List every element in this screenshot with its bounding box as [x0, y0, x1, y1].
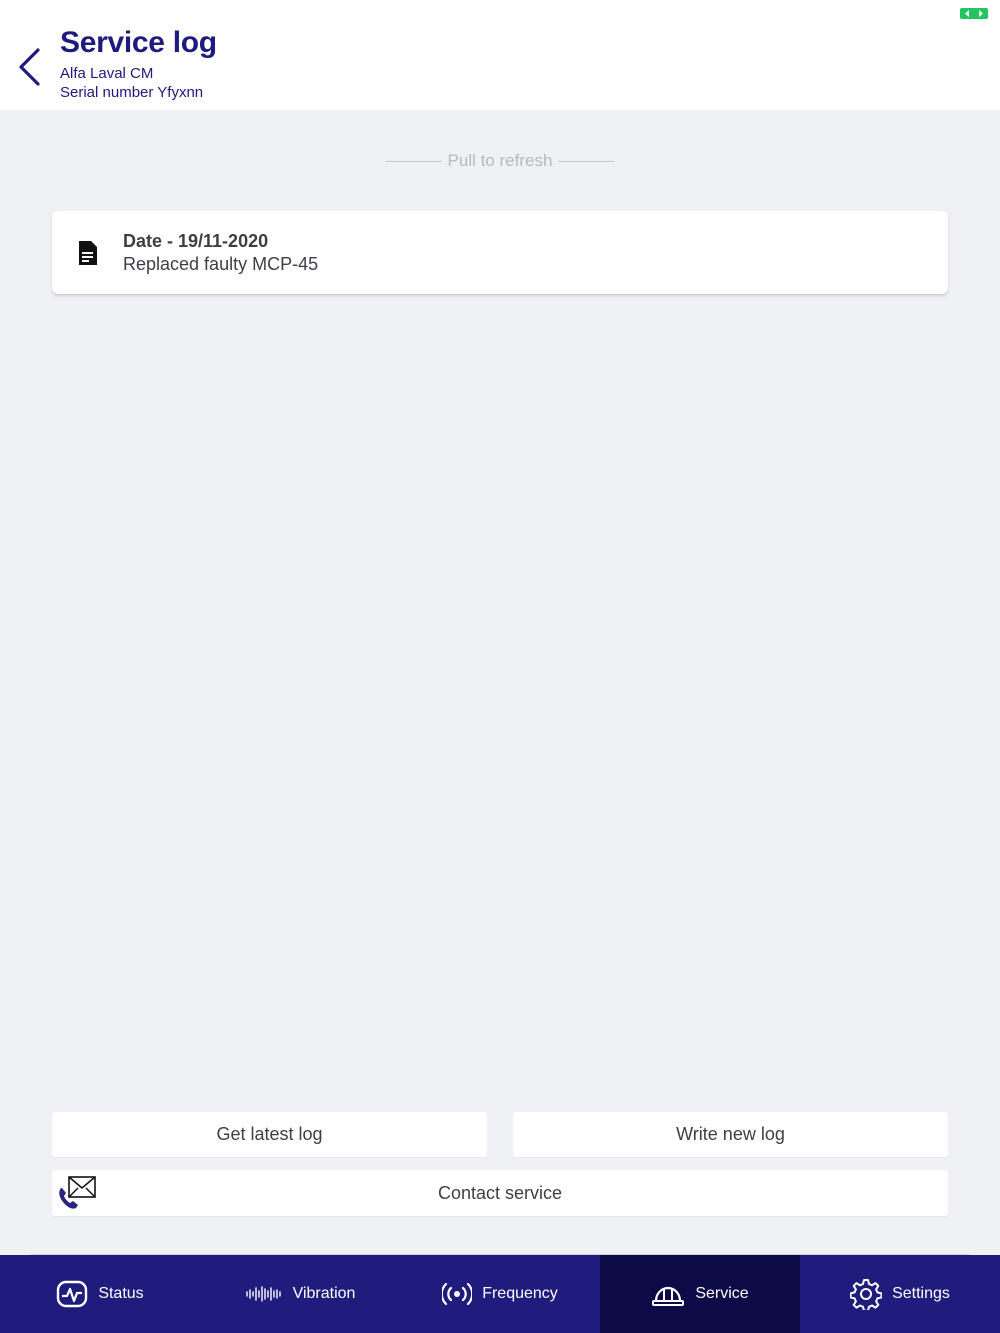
pull-to-refresh-label: Pull to refresh	[447, 151, 553, 170]
contact-service-button[interactable]: Contact service	[52, 1170, 948, 1216]
divider-line	[558, 160, 615, 162]
divider-line	[385, 160, 442, 162]
tab-status[interactable]: Status	[0, 1255, 200, 1333]
tab-label: Status	[98, 1285, 144, 1302]
device-name: Alfa Laval CM	[60, 65, 154, 82]
tab-service[interactable]: Service	[600, 1255, 800, 1333]
log-description: Replaced faulty MCP-45	[123, 254, 319, 274]
waveform-icon	[245, 1286, 281, 1302]
chevron-left-icon	[19, 48, 40, 86]
tab-vibration[interactable]: Vibration	[200, 1255, 400, 1333]
get-latest-log-button[interactable]: Get latest log	[52, 1112, 487, 1157]
battery-charging-icon	[960, 8, 988, 19]
document-icon	[79, 241, 97, 265]
gear-icon	[850, 1279, 883, 1310]
back-button[interactable]	[10, 44, 50, 90]
status-monitor-icon	[57, 1280, 88, 1308]
serial-number: Serial number Yfyxnn	[60, 84, 204, 101]
contact-service-label: Contact service	[437, 1182, 563, 1203]
tab-bar: Status Vibration Frequency Service Setti…	[0, 1255, 1000, 1333]
tab-settings[interactable]: Settings	[800, 1255, 1000, 1333]
tab-label: Settings	[892, 1285, 950, 1302]
tab-label: Vibration	[292, 1285, 356, 1302]
log-entry-card[interactable]: Date - 19/11-2020 Replaced faulty MCP-45	[52, 211, 948, 294]
write-new-log-button[interactable]: Write new log	[513, 1112, 948, 1157]
broadcast-icon	[442, 1283, 473, 1305]
hard-hat-icon	[652, 1286, 685, 1306]
pull-to-refresh-hint: Pull to refresh	[380, 150, 620, 172]
tab-label: Frequency	[482, 1285, 558, 1302]
page-title: Service log	[60, 26, 217, 59]
log-date: Date - 19/11-2020	[123, 231, 269, 251]
tab-label: Service	[695, 1285, 749, 1302]
tab-frequency[interactable]: Frequency	[400, 1255, 600, 1333]
phone-mail-icon	[59, 1176, 96, 1209]
header: Service log Alfa Laval CM Serial number …	[0, 0, 1000, 110]
